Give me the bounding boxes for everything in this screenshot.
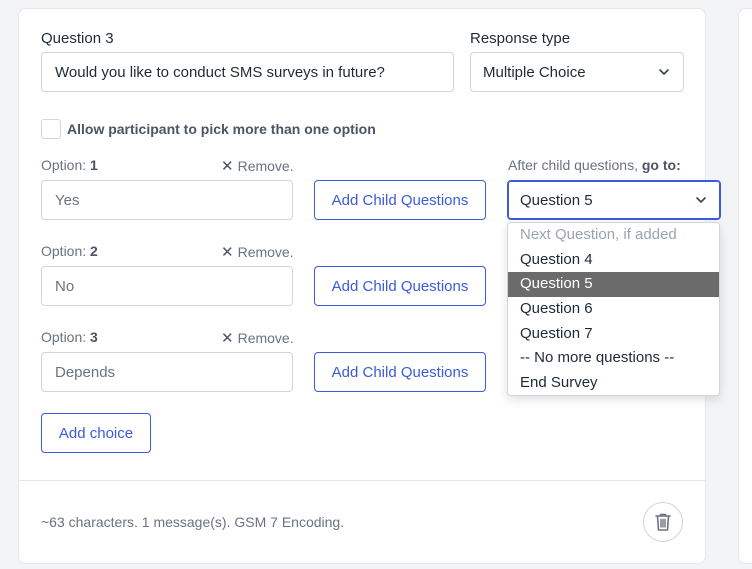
multi-pick-checkbox[interactable] bbox=[41, 119, 61, 139]
option-label-text: Option: bbox=[41, 157, 87, 173]
option-1-add-child-button[interactable]: Add Child Questions bbox=[314, 180, 486, 220]
response-type-select[interactable]: Multiple Choice bbox=[470, 52, 684, 92]
add-choice-button[interactable]: Add choice bbox=[41, 413, 151, 453]
option-3-add-child-button[interactable]: Add Child Questions bbox=[314, 352, 486, 392]
goto-label-prefix: After child questions, bbox=[508, 157, 638, 173]
option-number: 1 bbox=[90, 157, 98, 173]
question-input[interactable]: Would you like to conduct SMS surveys in… bbox=[41, 52, 454, 92]
dropdown-option[interactable]: Question 6 bbox=[508, 297, 719, 322]
remove-label: Remove. bbox=[237, 158, 294, 174]
option-number: 2 bbox=[90, 243, 98, 259]
close-icon: ✕ bbox=[221, 158, 234, 175]
delete-question-button[interactable] bbox=[643, 502, 683, 542]
response-type-label: Response type bbox=[470, 30, 571, 47]
footer-divider bbox=[19, 480, 705, 481]
dropdown-option[interactable]: End Survey bbox=[508, 371, 719, 395]
message-info: ~63 characters. 1 message(s). GSM 7 Enco… bbox=[41, 514, 345, 530]
remove-label: Remove. bbox=[237, 244, 294, 260]
question-label: Question 3 bbox=[41, 30, 114, 47]
dropdown-option-selected[interactable]: Question 5 bbox=[508, 272, 719, 298]
chevron-down-icon bbox=[696, 197, 706, 203]
option-number: 3 bbox=[90, 329, 98, 345]
response-type-value: Multiple Choice bbox=[483, 63, 586, 81]
option-2-add-child-button[interactable]: Add Child Questions bbox=[314, 266, 486, 306]
close-icon: ✕ bbox=[221, 244, 234, 261]
option-3-label: Option: 3 bbox=[41, 329, 98, 345]
dropdown-option[interactable]: Question 7 bbox=[508, 322, 719, 347]
goto-dropdown-list: Next Question, if added Question 4 Quest… bbox=[507, 222, 720, 396]
option-1-remove[interactable]: ✕ Remove. bbox=[221, 157, 294, 175]
close-icon: ✕ bbox=[221, 330, 234, 347]
option-2-remove[interactable]: ✕ Remove. bbox=[221, 243, 294, 261]
option-2-label: Option: 2 bbox=[41, 243, 98, 259]
remove-label: Remove. bbox=[237, 330, 294, 346]
option-label-text: Option: bbox=[41, 243, 87, 259]
goto-label: After child questions, go to: bbox=[508, 157, 681, 173]
option-2-input[interactable]: No bbox=[41, 266, 293, 306]
option-1-label: Option: 1 bbox=[41, 157, 98, 173]
option-label-text: Option: bbox=[41, 329, 87, 345]
trash-icon bbox=[655, 513, 671, 531]
goto-select[interactable]: Question 5 bbox=[507, 180, 721, 220]
chevron-down-icon bbox=[659, 69, 669, 75]
option-3-input[interactable]: Depends bbox=[41, 352, 293, 392]
dropdown-option[interactable]: Question 4 bbox=[508, 248, 719, 273]
dropdown-option[interactable]: -- No more questions -- bbox=[508, 346, 719, 371]
goto-label-bold: go to: bbox=[641, 157, 681, 173]
dropdown-option: Next Question, if added bbox=[520, 226, 677, 243]
next-card-edge bbox=[738, 8, 752, 564]
option-1-input[interactable]: Yes bbox=[41, 180, 293, 220]
goto-select-value: Question 5 bbox=[520, 191, 593, 209]
multi-pick-label: Allow participant to pick more than one … bbox=[67, 121, 376, 137]
option-3-remove[interactable]: ✕ Remove. bbox=[221, 329, 294, 347]
